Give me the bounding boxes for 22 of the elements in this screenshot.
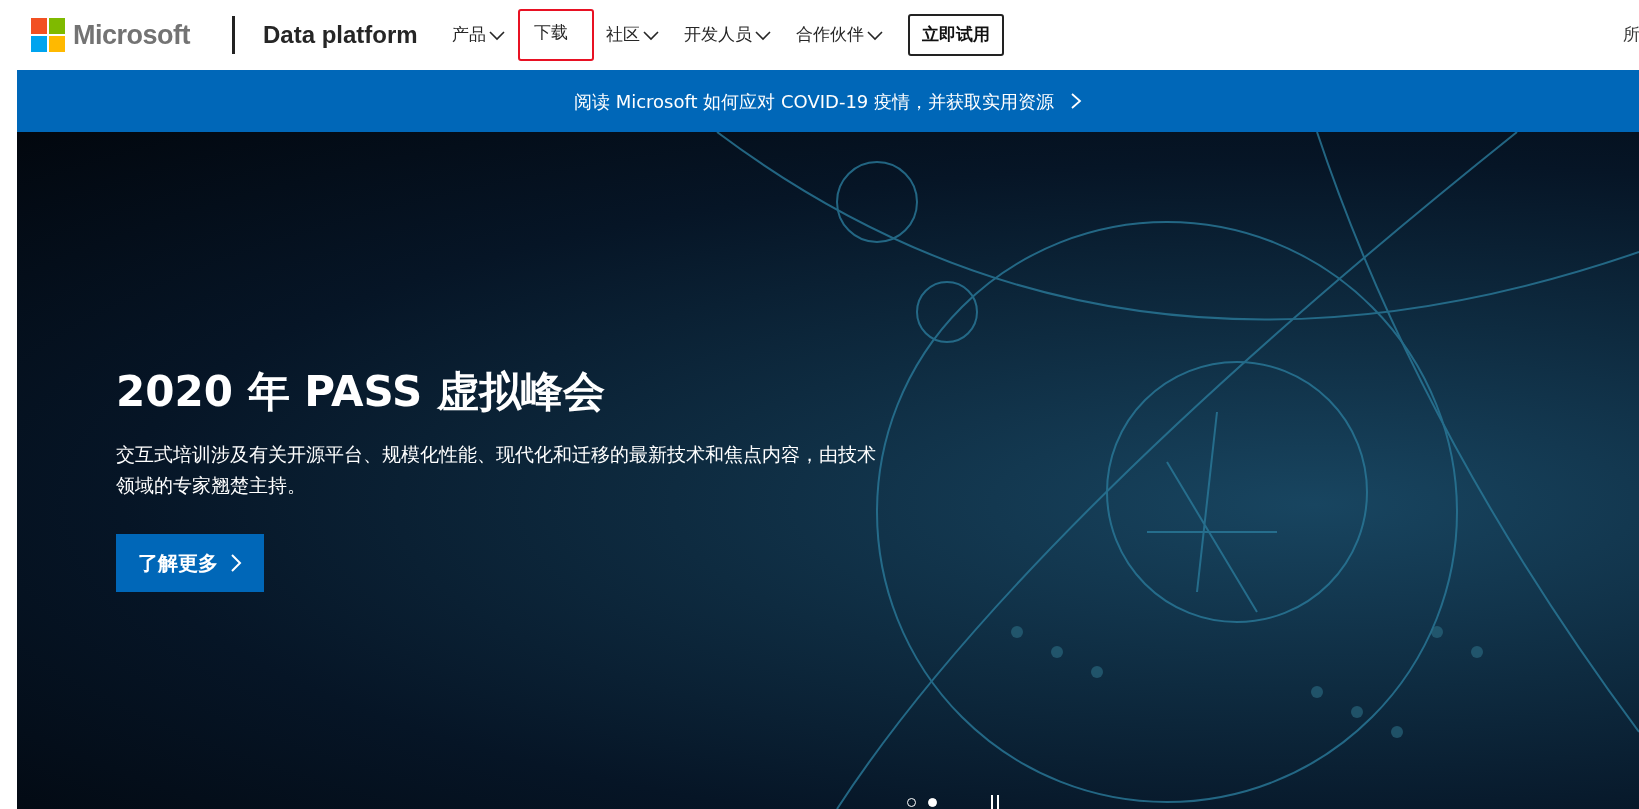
nav-item[interactable]: 下载 bbox=[517, 8, 594, 62]
nav-item[interactable]: 所 bbox=[1623, 22, 1639, 48]
covid-banner-link[interactable]: 阅读 Microsoft 如何应对 COVID-19 疫情，并获取实用资源 bbox=[573, 87, 1083, 115]
chevron-down-icon bbox=[487, 29, 506, 41]
microsoft-logo-icon bbox=[31, 18, 65, 52]
nav-item[interactable]: 社区 bbox=[593, 12, 672, 58]
chevron-right-icon bbox=[1070, 92, 1083, 110]
learn-more-button[interactable]: 了解更多 bbox=[116, 534, 264, 593]
hero-title: 2020 年 PASS 虚拟峰会 bbox=[116, 367, 606, 418]
nav-item[interactable]: 合作伙伴 bbox=[783, 12, 896, 58]
site-title[interactable]: Data platform bbox=[263, 17, 418, 53]
chevron-down-icon bbox=[753, 29, 772, 41]
brand-name[interactable]: Microsoft bbox=[73, 14, 190, 56]
nav-item[interactable]: 产品 bbox=[439, 12, 518, 58]
chevron-down-icon bbox=[865, 29, 884, 41]
chevron-down-icon bbox=[641, 29, 660, 41]
nav-item[interactable]: 开发人员 bbox=[671, 12, 784, 58]
hero-description: 交互式培训涉及有关开源平台、规模化性能、现代化和迁移的最新技术和焦点内容，由技术领域的专家翘楚主持。 bbox=[116, 442, 877, 498]
try-now-button[interactable]: 立即试用 bbox=[907, 14, 1004, 56]
carousel-dot[interactable] bbox=[928, 797, 937, 807]
chevron-right-icon bbox=[230, 553, 242, 574]
pause-icon[interactable] bbox=[989, 795, 1001, 809]
